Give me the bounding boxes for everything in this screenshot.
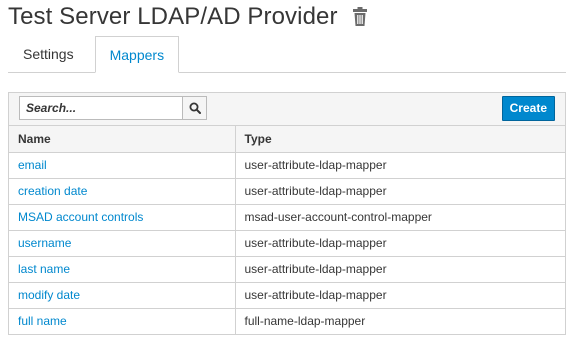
column-header-name: Name (9, 126, 236, 153)
search-button[interactable] (183, 96, 207, 120)
table-row: creation date user-attribute-ldap-mapper (9, 178, 565, 205)
create-button[interactable]: Create (501, 96, 555, 121)
mapper-type: full-name-ldap-mapper (244, 314, 366, 329)
mapper-name-link[interactable]: full name (18, 314, 67, 328)
mapper-type: user-attribute-ldap-mapper (235, 178, 565, 205)
table-row: modify date user-attribute-ldap-mapper (9, 282, 565, 309)
mapper-type: user-attribute-ldap-mapper (235, 230, 565, 257)
mapper-name-link[interactable]: creation date (18, 184, 87, 198)
tab-mappers[interactable]: Mappers (94, 36, 180, 73)
mappers-table: Name Type email user-attribute-ldap-mapp… (9, 126, 565, 334)
page-header: Test Server LDAP/AD Provider (8, 0, 368, 34)
mappers-table-panel: Create Name Type email user-attribute-ld… (8, 92, 566, 335)
search-group (19, 96, 215, 120)
column-header-type: Type (235, 126, 565, 153)
table-row: last name user-attribute-ldap-mapper (9, 256, 565, 283)
mapper-name-link[interactable]: username (18, 236, 71, 250)
mapper-name-link[interactable]: last name (18, 262, 70, 276)
mapper-name-link[interactable]: MSAD account controls (18, 210, 143, 224)
search-input[interactable] (19, 96, 183, 120)
page-title: Test Server LDAP/AD Provider (8, 3, 338, 30)
table-header-row: Name Type (9, 126, 565, 153)
tab-bar: Settings Mappers (8, 36, 566, 73)
mapper-type: user-attribute-ldap-mapper (235, 282, 565, 309)
mapper-name-link[interactable]: email (18, 158, 47, 172)
table-row: username user-attribute-ldap-mapper (9, 230, 565, 257)
mapper-type: user-attribute-ldap-mapper (235, 256, 565, 283)
tab-settings[interactable]: Settings (8, 36, 89, 71)
table-toolbar: Create (9, 93, 565, 126)
trash-icon[interactable] (352, 7, 368, 27)
mapper-name-link[interactable]: modify date (18, 288, 80, 302)
table-row: full name full-name-ldap-mapper (9, 308, 565, 334)
mapper-type: user-attribute-ldap-mapper (235, 152, 565, 179)
table-row: MSAD account controls msad-user-account-… (9, 204, 565, 231)
search-icon (189, 102, 201, 114)
mapper-type: msad-user-account-control-mapper (235, 204, 565, 231)
table-row: email user-attribute-ldap-mapper (9, 152, 565, 179)
